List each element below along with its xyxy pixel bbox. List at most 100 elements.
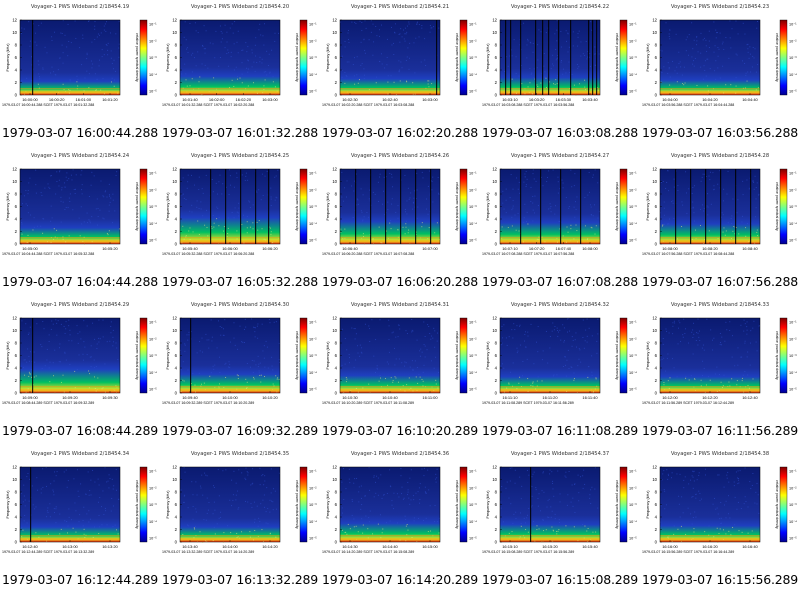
spectrogram-image <box>500 20 600 95</box>
y-tick-label: 2 <box>15 527 18 532</box>
panel-title: Voyager-1 PWS Wideband 2/18454.25 <box>191 153 289 159</box>
interference-spike <box>540 169 542 244</box>
y-tick-label: 2 <box>175 378 178 383</box>
colorbar-tick-label: 10⁻³ <box>789 56 797 60</box>
spectrogram-svg: Voyager-1 PWS Wideband 2/18454.28 12 10 8 6 4… <box>642 153 797 256</box>
interference-spike <box>720 169 722 244</box>
colorbar-tick-label: 10⁻⁴ <box>469 520 477 524</box>
y-tick-label: 2 <box>655 527 658 532</box>
y-tick-label: 10 <box>332 477 337 482</box>
y-tick-label: 0 <box>655 540 658 545</box>
spectrogram-image <box>180 20 280 95</box>
panel-caption: 1979-03-07 16:09:32.289 <box>162 423 318 438</box>
x-tick-label: 16:07:10 <box>502 246 518 251</box>
y-axis-label: Frequency (kHz) <box>326 490 330 519</box>
colorbar-tick-label: 10⁻⁴ <box>149 371 157 375</box>
colorbar-tick-label: 10⁻⁵ <box>149 537 157 541</box>
colorbar-tick-label: 10⁻¹ <box>309 23 317 27</box>
y-tick-label: 6 <box>655 55 658 60</box>
spectrogram-panel: Voyager-1 PWS Wideband 2/18454.35 12 10 8 6 4… <box>160 447 320 596</box>
y-tick-label: 2 <box>335 80 338 85</box>
colorbar-label: relative power spectral density <box>775 33 779 82</box>
y-tick-label: 2 <box>175 80 178 85</box>
colorbar-tick-label: 10⁻⁵ <box>629 90 637 94</box>
x-tick-label: 16:15:10 <box>502 544 518 549</box>
y-tick-label: 4 <box>655 366 658 371</box>
y-tick-label: 4 <box>175 68 178 73</box>
y-tick-label: 6 <box>175 55 178 60</box>
colorbar-tick-label: 10⁻¹ <box>469 321 477 325</box>
y-tick-label: 4 <box>15 366 18 371</box>
colorbar-tick-label: 10⁻¹ <box>149 321 157 325</box>
x-tick-label: 16:07:40 <box>556 246 572 251</box>
y-tick-label: 0 <box>335 242 338 247</box>
y-axis-label: Frequency (kHz) <box>486 341 490 370</box>
y-tick-label: 8 <box>175 490 178 495</box>
colorbar <box>779 466 788 543</box>
x-tick-label: 16:08:20 <box>702 246 718 251</box>
x-tick-label: 16:10:30 <box>342 395 358 400</box>
y-tick-label: 12 <box>172 316 177 321</box>
colorbar-tick-label: 10⁻⁴ <box>149 520 157 524</box>
colorbar-tick-label: 10⁻³ <box>149 354 157 358</box>
x-tick-label: 16:02:00 <box>209 97 225 102</box>
y-tick-label: 10 <box>492 179 497 184</box>
x-tick-label: 16:03:00 <box>262 97 278 102</box>
y-tick-label: 0 <box>655 242 658 247</box>
spectrogram-panel: Voyager-1 PWS Wideband 2/18454.38 12 10 8 6 4… <box>640 447 800 596</box>
panel-caption: 1979-03-07 16:07:08.288 <box>482 274 638 289</box>
spectrogram-image <box>660 318 760 393</box>
interference-spike <box>400 169 402 244</box>
scet-row: 1979-03-07 16:12:44.289 SCET 1979-03-07 … <box>2 550 94 554</box>
x-tick-label: 16:14:40 <box>382 544 398 549</box>
y-tick-label: 12 <box>332 167 337 172</box>
x-tick-label: 16:03:10 <box>502 97 518 102</box>
y-tick-label: 12 <box>12 465 17 470</box>
y-axis-label: Frequency (kHz) <box>486 192 490 221</box>
y-tick-label: 0 <box>495 93 498 98</box>
colorbar-label: relative power spectral density <box>295 331 299 380</box>
x-tick-label: 16:07:00 <box>422 246 438 251</box>
spectrogram-image <box>180 318 280 393</box>
colorbar-label: relative power spectral density <box>135 480 139 529</box>
colorbar-tick-label: 10⁻² <box>629 188 637 192</box>
y-tick-label: 12 <box>492 316 497 321</box>
colorbar <box>779 19 788 96</box>
colorbar-tick-label: 10⁻¹ <box>789 23 797 27</box>
y-tick-label: 4 <box>495 515 498 520</box>
y-tick-label: 4 <box>495 217 498 222</box>
x-tick-label: 16:00:20 <box>49 97 65 102</box>
colorbar <box>619 466 628 543</box>
x-tick-label: 16:09:00 <box>22 395 38 400</box>
y-tick-label: 0 <box>335 540 338 545</box>
y-tick-label: 2 <box>495 80 498 85</box>
y-tick-label: 4 <box>335 515 338 520</box>
y-tick-label: 0 <box>15 540 18 545</box>
interference-spike <box>32 318 34 393</box>
colorbar-tick-label: 10⁻² <box>469 39 477 43</box>
colorbar-label: relative power spectral density <box>775 480 779 529</box>
y-tick-label: 12 <box>12 18 17 23</box>
scet-row: 1979-03-07 16:15:56.289 SCET 1979-03-07 … <box>642 550 734 554</box>
y-tick-label: 0 <box>15 242 18 247</box>
colorbar-tick-label: 10⁻¹ <box>309 172 317 176</box>
panel-title: Voyager-1 PWS Wideband 2/18454.36 <box>351 451 449 457</box>
interference-spike <box>355 169 357 244</box>
y-tick-label: 8 <box>655 192 658 197</box>
scet-row: 1979-03-07 16:07:56.288 SCET 1979-03-07 … <box>642 252 734 256</box>
spectrogram-image <box>500 467 600 542</box>
y-tick-label: 10 <box>332 179 337 184</box>
colorbar-tick-label: 10⁻⁵ <box>309 239 317 243</box>
panel-caption: 1979-03-07 16:14:20.289 <box>322 572 478 587</box>
colorbar-tick-label: 10⁻² <box>789 39 797 43</box>
y-tick-label: 12 <box>332 465 337 470</box>
colorbar-tick-label: 10⁻⁴ <box>469 73 477 77</box>
colorbar-tick-label: 10⁻³ <box>469 56 477 60</box>
colorbar-tick-label: 10⁻³ <box>629 503 637 507</box>
panel-title: Voyager-1 PWS Wideband 2/18454.20 <box>191 4 289 10</box>
y-tick-label: 12 <box>332 316 337 321</box>
spectrogram-panel: Voyager-1 PWS Wideband 2/18454.23 12 10 8 6 4… <box>640 0 800 149</box>
x-tick-label: 16:06:40 <box>342 246 358 251</box>
y-tick-label: 6 <box>15 502 18 507</box>
colorbar-tick-label: 10⁻⁵ <box>789 239 797 243</box>
